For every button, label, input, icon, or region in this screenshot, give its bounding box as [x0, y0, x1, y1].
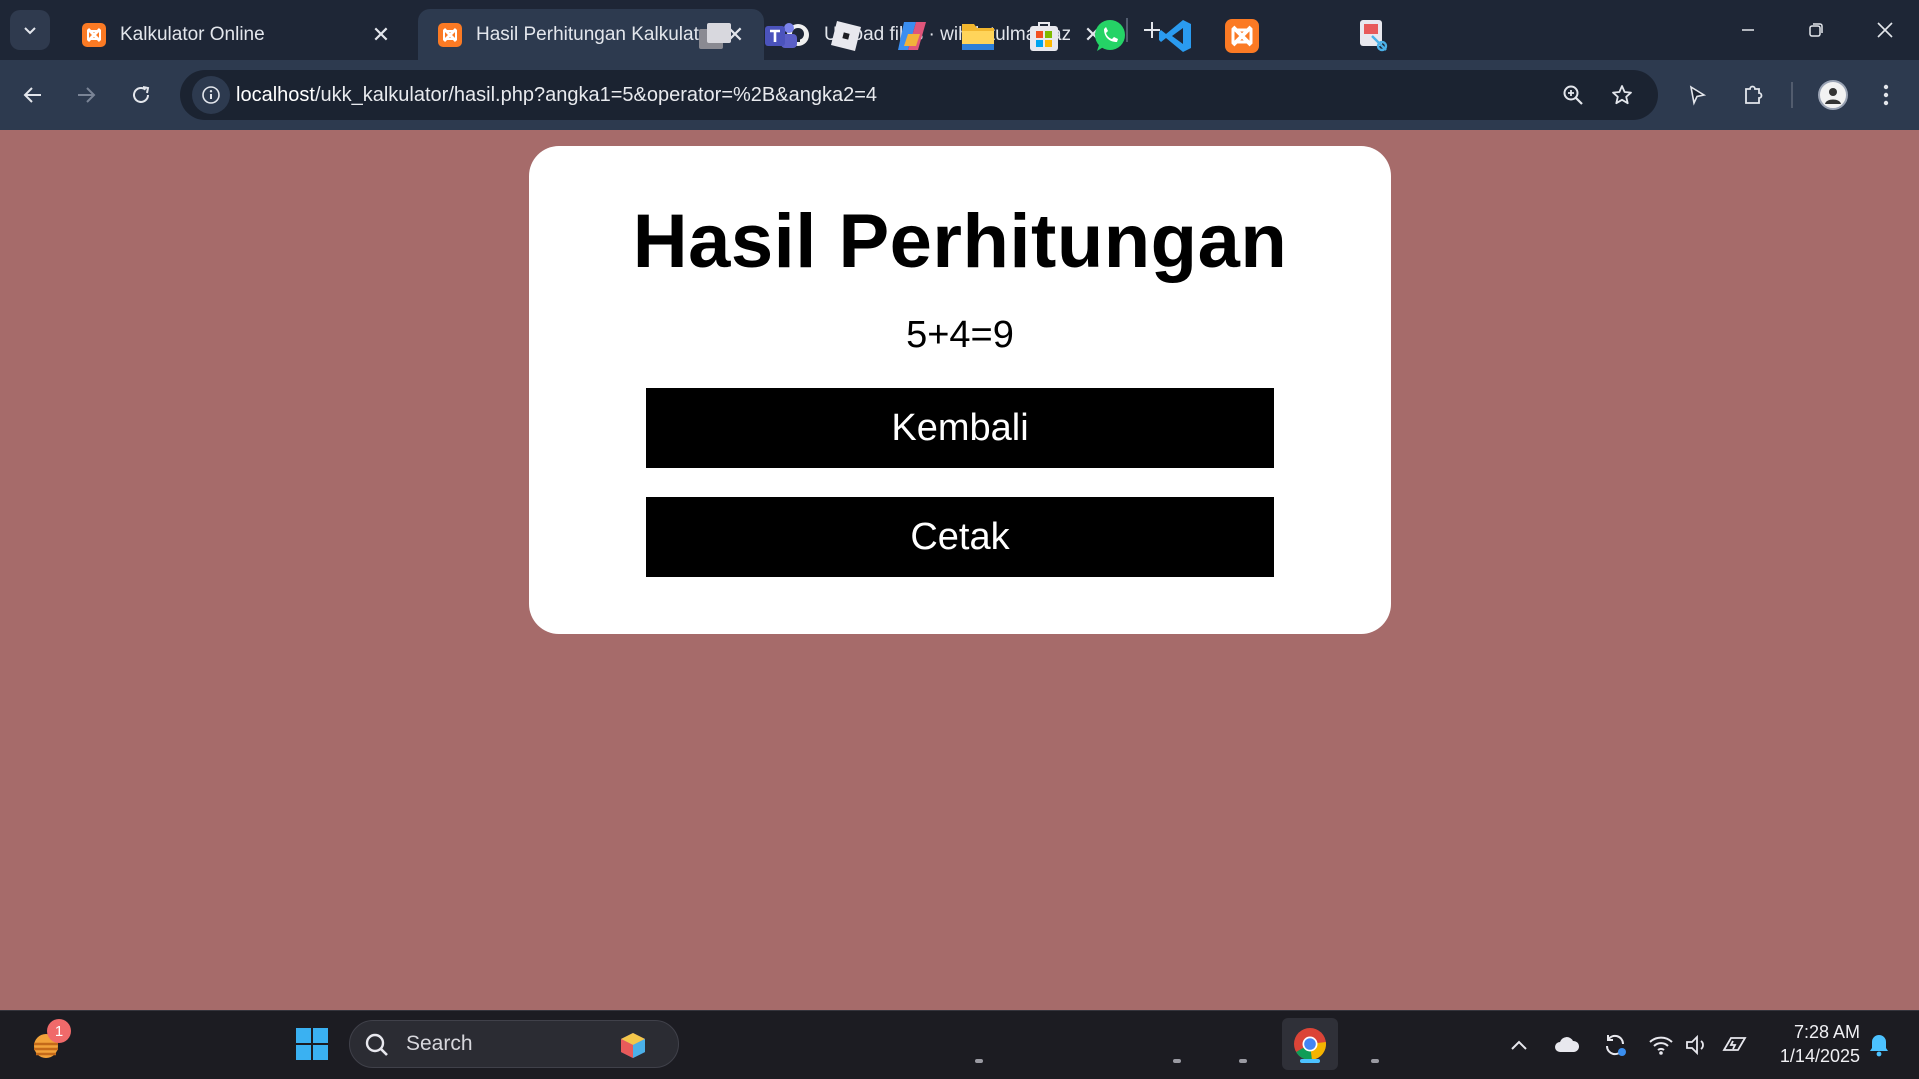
- windows-icon: [296, 1028, 328, 1060]
- wifi-button[interactable]: [1646, 1030, 1676, 1060]
- restore-button[interactable]: [1782, 0, 1850, 60]
- onedrive-button[interactable]: [1552, 1030, 1582, 1060]
- close-icon[interactable]: ✕: [366, 20, 396, 50]
- notification-badge: 1: [47, 1019, 71, 1043]
- microsoft-store-app[interactable]: [1022, 14, 1066, 58]
- menu-button[interactable]: [1866, 75, 1906, 115]
- tab-search-button[interactable]: [10, 10, 50, 50]
- wifi-icon: [1649, 1036, 1673, 1055]
- cloud-icon: [1555, 1037, 1580, 1052]
- bookmark-button[interactable]: [1604, 77, 1640, 113]
- browser-toolbar: localhost/ukk_kalkulator/hasil.php?angka…: [0, 60, 1919, 130]
- tab-kalkulator-online[interactable]: Kalkulator Online ✕: [62, 9, 410, 60]
- print-button[interactable]: Cetak: [646, 497, 1274, 577]
- whatsapp-icon: [1095, 20, 1125, 51]
- calculation-result: 5+4=9: [906, 314, 1014, 356]
- restore-icon: [1809, 23, 1823, 37]
- bell-icon: [1870, 1035, 1888, 1057]
- sync-icon: [1605, 1034, 1626, 1056]
- chrome-icon: [1294, 1028, 1327, 1061]
- start-button[interactable]: [290, 1022, 334, 1066]
- puzzle-icon: [1745, 85, 1763, 104]
- tab-title: Kalkulator Online: [120, 23, 265, 45]
- clock[interactable]: 7:28 AM 1/14/2025: [1760, 1020, 1860, 1068]
- file-explorer-app[interactable]: [956, 14, 1000, 58]
- sync-button[interactable]: [1600, 1030, 1630, 1060]
- running-indicator: [1239, 1059, 1247, 1063]
- extensions-button[interactable]: [1733, 75, 1773, 115]
- whatsapp-app[interactable]: [1088, 14, 1132, 58]
- zoom-in-icon: [1563, 85, 1583, 105]
- running-indicator: [1371, 1059, 1379, 1063]
- forward-button[interactable]: [66, 75, 106, 115]
- battery-button[interactable]: [1720, 1030, 1750, 1060]
- tab-title: Hasil Perhitungan Kalkulator Or: [476, 23, 712, 45]
- xampp-icon: [438, 22, 462, 47]
- xampp-icon: [82, 22, 106, 47]
- cursor-icon: [1689, 85, 1707, 106]
- roblox-app[interactable]: [824, 14, 868, 58]
- rubiks-cube-icon: [621, 1033, 645, 1058]
- taskbar-search[interactable]: Search: [349, 1020, 679, 1068]
- vscode-app[interactable]: [1154, 14, 1198, 58]
- close-window-button[interactable]: [1851, 0, 1919, 60]
- chevron-up-icon: [1511, 1040, 1527, 1050]
- snipping-tool-icon: [1360, 20, 1388, 52]
- toolbar-divider: [1791, 82, 1793, 108]
- site-info-button[interactable]: [192, 76, 230, 114]
- avatar-icon: [1825, 88, 1841, 104]
- address-bar[interactable]: localhost/ukk_kalkulator/hasil.php?angka…: [180, 70, 1658, 120]
- minimize-button[interactable]: [1714, 0, 1782, 60]
- tab-upload-files[interactable]: Upload files · wihdatulmaulazul ✕: [766, 9, 1122, 60]
- volume-icon: [1686, 1034, 1704, 1056]
- reload-icon: [133, 86, 150, 103]
- extension-cursor-button[interactable]: [1677, 75, 1717, 115]
- result-card: Hasil Perhitungan 5+4=9 Kembali Cetak: [529, 146, 1391, 634]
- task-view-icon: [699, 23, 731, 49]
- running-indicator: [1173, 1059, 1181, 1063]
- running-indicator-active: [1300, 1059, 1320, 1063]
- page-title: Hasil Perhitungan: [632, 199, 1288, 284]
- more-vertical-icon: [1883, 84, 1889, 106]
- search-placeholder: Search: [406, 1032, 473, 1055]
- minimize-icon: [1742, 29, 1754, 31]
- volume-button[interactable]: [1682, 1030, 1712, 1060]
- info-icon: [202, 86, 220, 104]
- taskbar: [0, 1010, 1919, 1079]
- notifications-button[interactable]: [1864, 1030, 1894, 1060]
- zoom-button[interactable]: [1555, 77, 1591, 113]
- arrow-left-icon: [23, 87, 41, 103]
- copilot-app[interactable]: [890, 14, 934, 58]
- clock-time: 7:28 AM: [1793, 1022, 1860, 1042]
- arrow-right-icon: [78, 87, 96, 103]
- vscode-icon: [1159, 20, 1191, 52]
- profile-avatar[interactable]: [1818, 80, 1848, 110]
- teams-app[interactable]: [759, 14, 803, 58]
- clock-date: 1/14/2025: [1779, 1046, 1860, 1066]
- xampp-app[interactable]: [1220, 14, 1264, 58]
- close-icon: [1877, 22, 1893, 38]
- roblox-icon: [831, 21, 861, 51]
- store-icon: [1030, 22, 1058, 51]
- folder-icon: [962, 24, 994, 50]
- star-icon: [1612, 85, 1632, 105]
- reload-button[interactable]: [121, 75, 161, 115]
- running-indicator: [975, 1059, 983, 1063]
- back-button[interactable]: Kembali: [646, 388, 1274, 468]
- show-hidden-icons-button[interactable]: [1504, 1030, 1534, 1060]
- xampp-icon: [1225, 19, 1259, 53]
- url-host: localhost: [236, 84, 315, 106]
- url-text: localhost/ukk_kalkulator/hasil.php?angka…: [236, 70, 877, 120]
- url-path: /ukk_kalkulator/hasil.php?angka1=5&opera…: [314, 84, 878, 106]
- battery-charging-icon: [1722, 1037, 1747, 1051]
- task-view-button[interactable]: [693, 14, 737, 58]
- teams-icon: [765, 23, 797, 48]
- search-icon: [365, 1033, 388, 1056]
- snipping-tool-app[interactable]: [1352, 14, 1396, 58]
- back-button[interactable]: [13, 75, 53, 115]
- copilot-icon: [898, 22, 926, 50]
- chevron-down-icon: [24, 27, 36, 35]
